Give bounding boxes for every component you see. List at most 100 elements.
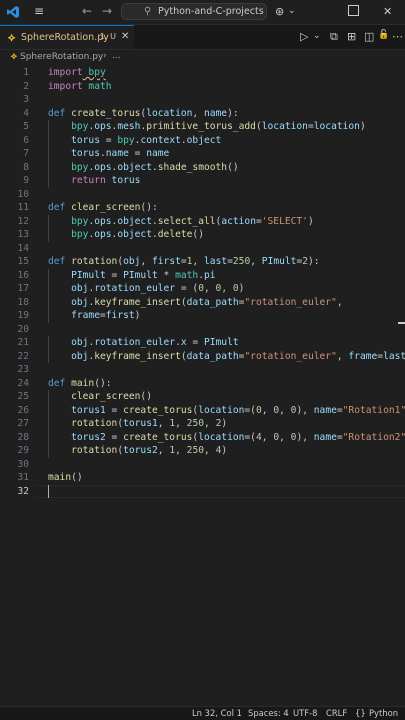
code-line[interactable]: 3 xyxy=(0,93,405,107)
line-number: 14 xyxy=(17,242,29,254)
line-number: 25 xyxy=(17,391,29,402)
code-line[interactable]: 29 rotation(torus2, 1, 250, 4) xyxy=(0,444,405,458)
breadcrumb: ⟡ SphereRotation.py › ... xyxy=(0,50,405,66)
line-number: 10 xyxy=(17,188,29,200)
line-number: 4 xyxy=(23,107,29,119)
code-text: main() xyxy=(48,472,83,483)
more-icon[interactable]: ⋯ xyxy=(392,30,403,43)
code-text: torus.name = name xyxy=(71,148,170,159)
line-number: 18 xyxy=(17,296,29,308)
line-number: 2 xyxy=(23,80,29,92)
line-number: 11 xyxy=(17,202,29,213)
line-number: 29 xyxy=(17,445,29,456)
code-editor[interactable]: 1 import bpy 2 import math 3 4 def create_toru… xyxy=(0,66,405,706)
copilot-icon[interactable]: ⊛ xyxy=(275,5,284,18)
line-number: 27 xyxy=(17,418,29,429)
forward-arrow-icon[interactable]: → xyxy=(102,4,112,18)
line-number: 3 xyxy=(23,94,29,105)
code-line[interactable]: 7 torus.name = name xyxy=(0,147,405,161)
code-text: def rotation(obj, first=1, last=250, PIm… xyxy=(48,256,320,267)
code-line[interactable]: 11 def clear_screen(): xyxy=(0,201,405,215)
lock-icon[interactable]: 🔓 xyxy=(378,30,389,40)
code-line[interactable]: 9 return torus xyxy=(0,174,405,188)
code-text: def clear_screen(): xyxy=(48,202,158,213)
code-line[interactable]: 13 bpy.ops.object.delete() xyxy=(0,228,405,242)
command-center[interactable]: ⚲ Python-and-C-projects xyxy=(121,3,267,20)
code-line[interactable]: 19 frame=first) xyxy=(0,309,405,323)
chevron-down-icon[interactable]: ⌄ xyxy=(313,31,321,41)
scrollbar-marker[interactable] xyxy=(398,322,405,324)
close-icon[interactable]: ✕ xyxy=(121,31,129,42)
back-arrow-icon[interactable]: ← xyxy=(82,4,92,18)
code-line[interactable]: 21 obj.rotation_euler.x = PImult xyxy=(0,336,405,350)
workspace-name: Python-and-C-projects xyxy=(158,6,264,17)
code-line[interactable]: 2 import math xyxy=(0,80,405,94)
title-bar: ≡ ← → ⚲ Python-and-C-projects ⊛ ⌄ ✕ xyxy=(0,0,405,25)
tab-bar: ⟡ SphereRotation.py 1, U ✕ ▷ ⌄ ⧉ ⊞ ◫ 🔓 ⋯ xyxy=(0,25,405,50)
layout-icon[interactable] xyxy=(348,5,359,16)
code-line[interactable]: 25 clear_screen() xyxy=(0,390,405,404)
language-mode[interactable]: Python xyxy=(369,708,398,718)
line-number: 20 xyxy=(17,323,29,335)
code-line[interactable]: 26 torus1 = create_torus(location=(0, 0,… xyxy=(0,403,405,417)
line-number: 26 xyxy=(17,404,29,416)
code-line[interactable]: 10 xyxy=(0,188,405,202)
code-line[interactable]: 22 obj.keyframe_insert(data_path="rotati… xyxy=(0,349,405,363)
code-line[interactable]: 24 def main(): xyxy=(0,377,405,391)
code-text: obj.keyframe_insert(data_path="rotation_… xyxy=(71,350,405,362)
code-text: frame=first) xyxy=(71,310,141,321)
code-line[interactable]: 30 xyxy=(0,458,405,472)
menu-icon[interactable]: ≡ xyxy=(34,4,44,18)
code-line[interactable]: 14 xyxy=(0,242,405,256)
split-editor-icon[interactable]: ◫ xyxy=(364,30,374,43)
code-text: bpy.ops.object.select_all(action='SELECT… xyxy=(71,215,314,227)
run-icon[interactable]: ▷ xyxy=(300,30,308,43)
code-line[interactable]: 5 bpy.ops.mesh.primitive_torus_add(locat… xyxy=(0,120,405,134)
code-line[interactable]: 27 rotation(torus1, 1, 250, 2) xyxy=(0,417,405,431)
code-line[interactable]: 15 def rotation(obj, first=1, last=250, P… xyxy=(0,255,405,269)
indentation[interactable]: Spaces: 4 xyxy=(248,708,289,718)
code-text: clear_screen() xyxy=(71,391,152,402)
breadcrumb-file[interactable]: SphereRotation.py xyxy=(20,52,103,62)
braces-icon[interactable]: {} xyxy=(355,708,366,718)
code-line[interactable]: 20 xyxy=(0,323,405,337)
code-line[interactable]: 18 obj.keyframe_insert(data_path="rotati… xyxy=(0,295,405,309)
code-line[interactable]: 16 PImult = PImult * math.pi xyxy=(0,268,405,282)
breadcrumb-symbols[interactable]: ... xyxy=(112,51,121,61)
debug-console-icon[interactable]: ⊞ xyxy=(347,30,356,43)
encoding[interactable]: UTF-8 xyxy=(293,708,317,718)
code-line[interactable]: 32 xyxy=(0,484,405,498)
code-text: bpy.ops.mesh.primitive_torus_add(locatio… xyxy=(71,121,366,132)
tab-sphererotation[interactable]: ⟡ SphereRotation.py 1, U ✕ xyxy=(0,25,134,49)
search-icon: ⚲ xyxy=(144,6,152,17)
code-line[interactable]: 28 torus2 = create_torus(location=(4, 0,… xyxy=(0,430,405,444)
line-number: 17 xyxy=(17,283,29,294)
code-line[interactable]: 4 def create_torus(location, name): xyxy=(0,107,405,121)
line-number: 15 xyxy=(17,256,29,267)
line-ending[interactable]: CRLF xyxy=(326,708,347,718)
code-text: torus2 = create_torus(location=(4, 0, 0)… xyxy=(71,431,405,443)
code-line[interactable]: 8 bpy.ops.object.shade_smooth() xyxy=(0,160,405,174)
chevron-down-icon[interactable]: ⌄ xyxy=(288,6,296,16)
line-number: 7 xyxy=(23,148,29,159)
code-text: obj.rotation_euler = (0, 0, 0) xyxy=(71,283,245,294)
code-line[interactable]: 1 import bpy xyxy=(0,66,405,80)
code-line[interactable]: 17 obj.rotation_euler = (0, 0, 0) xyxy=(0,282,405,296)
code-text: obj.rotation_euler.x = PImult xyxy=(71,337,239,348)
python-file-icon: ⟡ xyxy=(8,31,16,44)
line-number: 8 xyxy=(23,161,29,173)
code-line[interactable]: 6 torus = bpy.context.object xyxy=(0,133,405,147)
line-number: 12 xyxy=(17,215,29,227)
code-line[interactable]: 23 xyxy=(0,363,405,377)
code-text: rotation(torus2, 1, 250, 4) xyxy=(71,445,228,456)
close-icon[interactable]: ✕ xyxy=(383,5,392,18)
line-number: 23 xyxy=(17,364,29,375)
code-line[interactable]: 31 main() xyxy=(0,471,405,485)
code-text: PImult = PImult * math.pi xyxy=(71,269,216,281)
cursor-position[interactable]: Ln 32, Col 1 xyxy=(192,708,242,718)
line-number: 32 xyxy=(17,485,29,497)
code-text: torus1 = create_torus(location=(0, 0, 0)… xyxy=(71,404,405,416)
code-line[interactable]: 12 bpy.ops.object.select_all(action='SEL… xyxy=(0,214,405,228)
compare-icon[interactable]: ⧉ xyxy=(330,30,338,44)
vscode-logo[interactable] xyxy=(6,5,20,19)
